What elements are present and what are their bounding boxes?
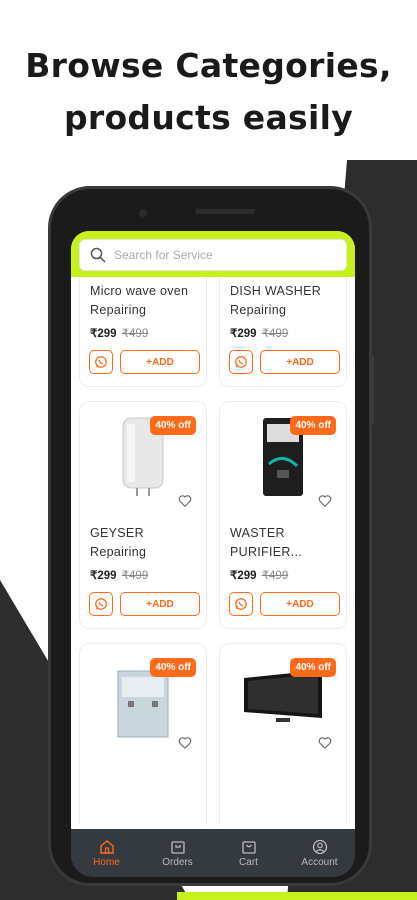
phone-camera xyxy=(139,209,147,217)
product-price: ₹299 ₹499 xyxy=(90,328,149,340)
product-card[interactable]: 40% off WASTER PURIFIER... ₹299 ₹499 +AD… xyxy=(219,401,347,629)
discount-badge: 40% off xyxy=(150,658,196,677)
whatsapp-icon xyxy=(235,598,247,610)
whatsapp-button[interactable] xyxy=(229,350,253,374)
product-price: ₹299 ₹499 xyxy=(230,328,289,340)
wishlist-heart-icon[interactable] xyxy=(178,494,192,508)
home-icon xyxy=(99,839,114,854)
product-mrp: ₹499 xyxy=(261,328,289,340)
add-button[interactable]: +ADD xyxy=(120,592,200,616)
search-input[interactable] xyxy=(114,248,334,262)
promo-headline: Browse Categories, products easily xyxy=(0,40,417,144)
add-button[interactable]: +ADD xyxy=(260,350,340,374)
discount-badge: 40% off xyxy=(150,416,196,435)
whatsapp-button[interactable] xyxy=(229,592,253,616)
product-card[interactable]: Micro wave oven Repairing ₹299 ₹499 +ADD xyxy=(79,277,207,387)
search-box[interactable] xyxy=(79,239,347,271)
headline-line-2: products easily xyxy=(63,98,354,137)
phone-speaker xyxy=(195,209,255,214)
product-name: Micro wave oven Repairing xyxy=(90,284,189,317)
whatsapp-icon xyxy=(95,356,107,368)
phone-frame: Micro wave oven Repairing ₹299 ₹499 +ADD xyxy=(48,186,372,886)
whatsapp-button[interactable] xyxy=(89,350,113,374)
product-card[interactable]: 40% off GEYSER Repairing ₹299 ₹499 +ADD xyxy=(79,401,207,629)
app-screen: Micro wave oven Repairing ₹299 ₹499 +ADD xyxy=(71,231,355,831)
product-mrp: ₹499 xyxy=(121,328,149,340)
nav-item-orders[interactable]: Orders xyxy=(142,829,213,877)
whatsapp-icon xyxy=(95,598,107,610)
product-name: WASTER PURIFIER... xyxy=(230,526,303,559)
add-button[interactable]: +ADD xyxy=(120,350,200,374)
nav-item-home[interactable]: Home xyxy=(71,829,142,877)
app-store-screenshot: Browse Categories, products easily Searc… xyxy=(0,0,417,900)
cart-icon xyxy=(241,840,256,854)
discount-badge: 40% off xyxy=(290,416,336,435)
nav-label-home: Home xyxy=(93,856,120,868)
wishlist-heart-icon[interactable] xyxy=(318,494,332,508)
product-card[interactable]: 40% off xyxy=(219,643,347,825)
orders-icon xyxy=(170,840,185,854)
header-bar xyxy=(71,231,355,277)
nav-label-account: Account xyxy=(301,856,338,868)
account-icon xyxy=(312,839,327,854)
search-icon xyxy=(90,247,106,263)
whatsapp-button[interactable] xyxy=(89,592,113,616)
product-price: ₹299 ₹499 xyxy=(90,570,149,582)
product-price: ₹299 ₹499 xyxy=(230,570,289,582)
headline-line-1: Browse Categories, xyxy=(25,46,392,85)
wishlist-heart-icon[interactable] xyxy=(178,736,192,750)
bottom-navigation: Home Orders Cart Account xyxy=(71,829,355,877)
product-mrp: ₹499 xyxy=(121,570,149,582)
product-grid: Micro wave oven Repairing ₹299 ₹499 +ADD xyxy=(71,277,355,825)
nav-label-cart: Cart xyxy=(239,856,258,868)
nav-label-orders: Orders xyxy=(162,856,193,868)
product-name: GEYSER Repairing xyxy=(90,526,147,559)
product-card[interactable]: DISH WASHER Repairing ₹299 ₹499 +ADD xyxy=(219,277,347,387)
wishlist-heart-icon[interactable] xyxy=(318,736,332,750)
product-card[interactable]: 40% off xyxy=(79,643,207,825)
background-lime-strip xyxy=(177,892,417,900)
whatsapp-icon xyxy=(235,356,247,368)
add-button[interactable]: +ADD xyxy=(260,592,340,616)
product-mrp: ₹499 xyxy=(261,570,289,582)
discount-badge: 40% off xyxy=(290,658,336,677)
nav-item-cart[interactable]: Cart xyxy=(213,829,284,877)
nav-item-account[interactable]: Account xyxy=(284,829,355,877)
product-name: DISH WASHER Repairing xyxy=(230,284,322,317)
